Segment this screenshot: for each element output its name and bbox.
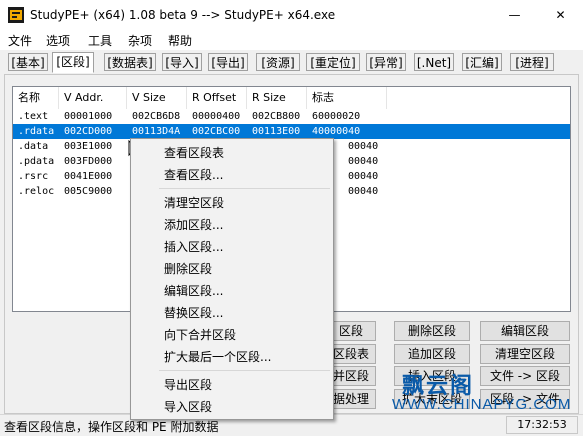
- table-row-selected[interactable]: .rdata 002CD000 00113D4A 002CBC00 00113E…: [13, 124, 570, 139]
- cell-vaddr: 003FD000: [64, 156, 113, 167]
- menu-item-label: 导出区段: [164, 378, 213, 392]
- menu-item-label: 编辑区段...: [164, 284, 224, 298]
- menu-item-delete-section[interactable]: 删除区段: [131, 257, 333, 279]
- menu-item-label: 查看区段表: [164, 146, 225, 160]
- cell-flags: 00040: [348, 141, 379, 152]
- table-row[interactable]: .text 00001000 002CB6D8 00000400 002CB80…: [13, 109, 570, 124]
- tab-processes[interactable]: [进程]: [510, 53, 554, 71]
- menu-separator: [159, 188, 330, 189]
- menu-item-merge-down[interactable]: 向下合并区段: [131, 323, 333, 345]
- menu-item-enlarge-last-section[interactable]: 扩大最后一个区段...: [131, 345, 333, 367]
- close-button[interactable]: ✕: [538, 0, 583, 30]
- tab-exports[interactable]: [导出]: [208, 53, 248, 71]
- cell-name: .rdata: [18, 126, 55, 137]
- menu-bar: 文件 选项 工具 杂项 帮助: [0, 30, 583, 50]
- cell-roffset: 002CBC00: [192, 126, 241, 137]
- table-header: 名称 V Addr. V Size R Offset R Size 标志: [13, 87, 570, 109]
- menu-item-label: 导入区段: [164, 400, 213, 414]
- menu-item-label: 添加区段...: [164, 218, 224, 232]
- cell-roffset: 00000400: [192, 111, 241, 122]
- status-time: 17:32:53: [506, 416, 578, 434]
- cell-flags: 00040: [348, 186, 379, 197]
- delete-section-button[interactable]: 删除区段: [394, 321, 470, 341]
- menu-file[interactable]: 文件: [8, 32, 32, 49]
- cell-name: .pdata: [18, 156, 55, 167]
- menu-item-label: 向下合并区段: [164, 328, 237, 342]
- context-menu: 查看区段表 查看区段... 清理空区段 添加区段... 插入区段... 删除区段…: [130, 138, 334, 420]
- tab-disassembly[interactable]: [汇编]: [462, 53, 502, 71]
- column-header-vaddr[interactable]: V Addr.: [59, 87, 127, 109]
- tab-data-directories[interactable]: [数据表]: [104, 53, 156, 71]
- tab-resources[interactable]: [资源]: [256, 53, 300, 71]
- menu-item-label: 替换区段...: [164, 306, 224, 320]
- cell-flags: 40000040: [312, 126, 361, 137]
- cell-name: .data: [18, 141, 49, 152]
- cell-vaddr: 0041E000: [64, 171, 113, 182]
- cell-vaddr: 003E1000: [64, 141, 113, 152]
- menu-item-replace-section[interactable]: 替换区段...: [131, 301, 333, 323]
- menu-item-view-section[interactable]: 查看区段...: [131, 163, 333, 185]
- column-header-name[interactable]: 名称: [13, 87, 59, 109]
- column-header-flags[interactable]: 标志: [307, 87, 387, 109]
- tab-imports[interactable]: [导入]: [162, 53, 202, 71]
- tab-dotnet[interactable]: [.Net]: [414, 53, 454, 71]
- tab-basic[interactable]: [基本]: [8, 53, 48, 71]
- append-section-button[interactable]: 追加区段: [394, 344, 470, 364]
- menu-item-label: 扩大最后一个区段...: [164, 350, 272, 364]
- clean-empty-sections-button[interactable]: 清理空区段: [480, 344, 570, 364]
- menu-item-label: 清理空区段: [164, 196, 225, 210]
- cell-rsize: 00113E00: [252, 126, 301, 137]
- menu-item-label: 删除区段: [164, 262, 213, 276]
- cell-vsize: 002CB6D8: [132, 111, 181, 122]
- cell-flags: 00040: [348, 171, 379, 182]
- window-title: StudyPE+ (x64) 1.08 beta 9 --> StudyPE+ …: [30, 8, 336, 22]
- menu-separator: [159, 370, 330, 371]
- cell-vaddr: 005C9000: [64, 186, 113, 197]
- tab-sections[interactable]: [区段]: [52, 52, 94, 73]
- menu-item-edit-section[interactable]: 编辑区段...: [131, 279, 333, 301]
- cell-name: .text: [18, 111, 49, 122]
- cell-flags: 00040: [348, 156, 379, 167]
- title-bar: StudyPE+ (x64) 1.08 beta 9 --> StudyPE+ …: [0, 0, 583, 30]
- column-header-vsize[interactable]: V Size: [127, 87, 187, 109]
- cell-rsize: 002CB800: [252, 111, 301, 122]
- menu-item-clean-empty-sections[interactable]: 清理空区段: [131, 191, 333, 213]
- menu-misc[interactable]: 杂项: [128, 32, 152, 49]
- menu-item-add-section[interactable]: 添加区段...: [131, 213, 333, 235]
- menu-item-insert-section[interactable]: 插入区段...: [131, 235, 333, 257]
- menu-help[interactable]: 帮助: [168, 32, 192, 49]
- column-header-roffset[interactable]: R Offset: [187, 87, 247, 109]
- menu-item-label: 插入区段...: [164, 240, 224, 254]
- menu-tools[interactable]: 工具: [88, 32, 112, 49]
- watermark-url: WWW.CHINAPYG.COM: [392, 396, 572, 413]
- cell-name: .reloc: [18, 186, 55, 197]
- minimize-button[interactable]: —: [492, 0, 537, 30]
- menu-options[interactable]: 选项: [46, 32, 70, 49]
- cell-vaddr: 002CD000: [64, 126, 113, 137]
- status-text: 查看区段信息，操作区段和 PE 附加数据: [4, 420, 219, 434]
- cell-flags: 60000020: [312, 111, 361, 122]
- cell-vaddr: 00001000: [64, 111, 113, 122]
- menu-item-import-section[interactable]: 导入区段: [131, 395, 333, 417]
- cell-vsize: 00113D4A: [132, 126, 181, 137]
- edit-section-button[interactable]: 编辑区段: [480, 321, 570, 341]
- tab-strip: [基本] [区段] [数据表] [导入] [导出] [资源] [重定位] [异常…: [0, 50, 583, 74]
- menu-item-view-section-table[interactable]: 查看区段表: [131, 141, 333, 163]
- tab-relocations[interactable]: [重定位]: [306, 53, 360, 71]
- cell-name: .rsrc: [18, 171, 49, 182]
- tab-exceptions[interactable]: [异常]: [366, 53, 406, 71]
- menu-item-export-section[interactable]: 导出区段: [131, 373, 333, 395]
- app-icon: [8, 7, 24, 23]
- column-header-rsize[interactable]: R Size: [247, 87, 307, 109]
- menu-item-label: 查看区段...: [164, 168, 224, 182]
- file-to-section-button[interactable]: 文件 -> 区段: [480, 366, 570, 386]
